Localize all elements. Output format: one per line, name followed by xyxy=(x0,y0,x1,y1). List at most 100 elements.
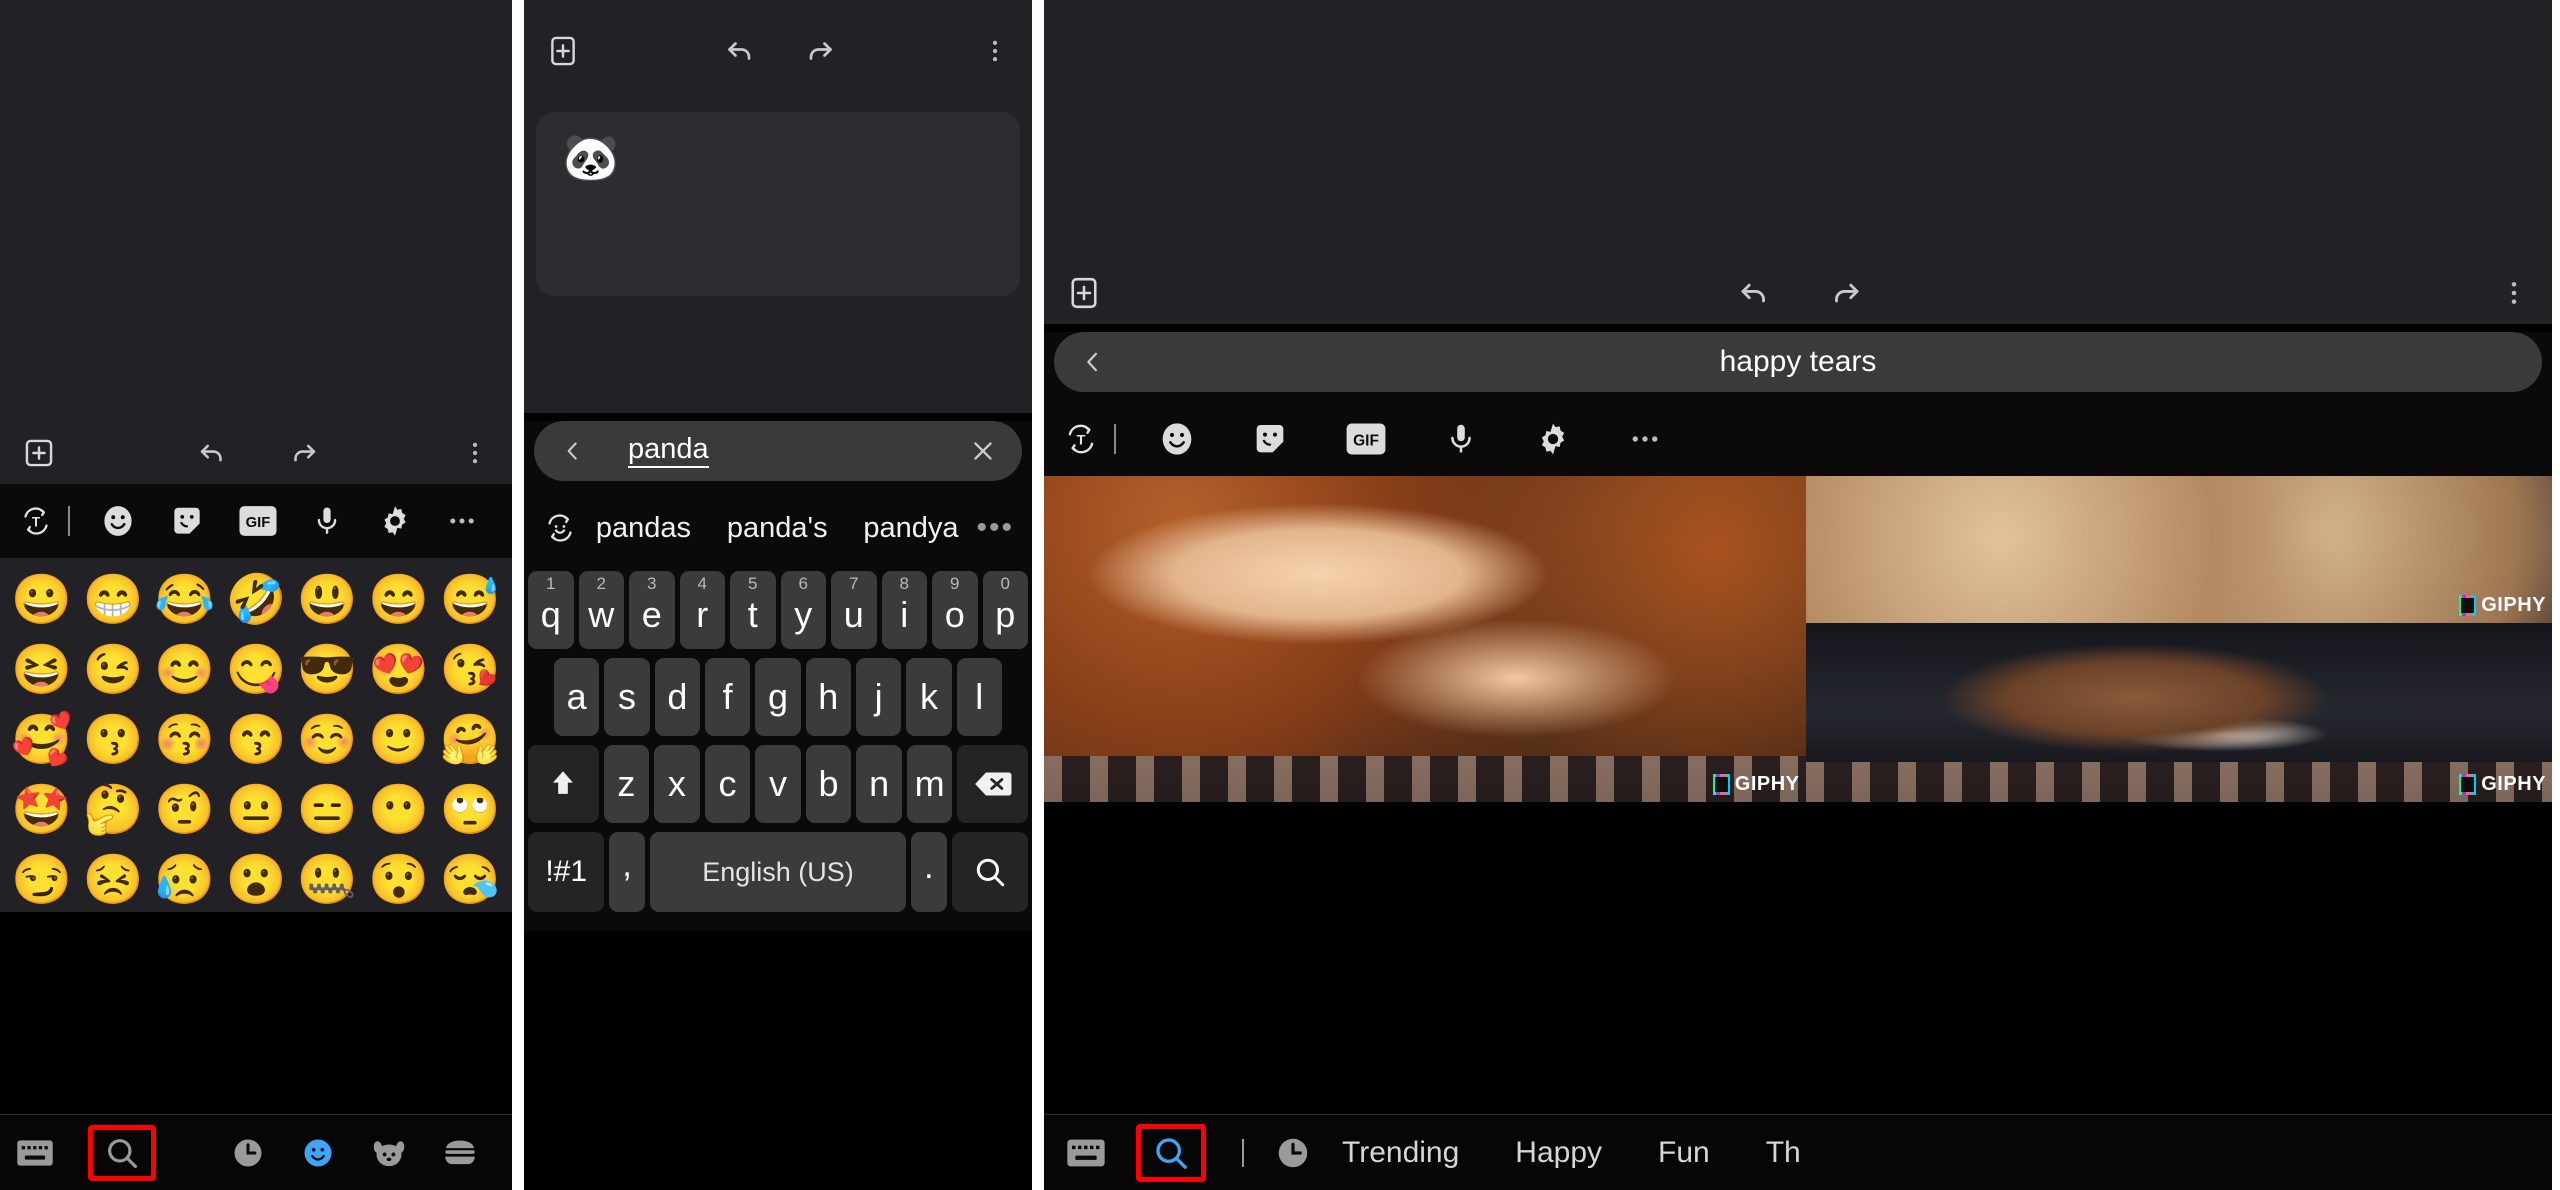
more-options-button[interactable] xyxy=(460,438,490,468)
emoji-cell[interactable]: 😮 xyxy=(220,848,291,912)
redo-button[interactable] xyxy=(802,33,838,69)
emoji-cell[interactable]: 😋 xyxy=(220,638,291,702)
gif-result-men-table[interactable]: GIPHY xyxy=(1805,476,2552,623)
emoji-cell[interactable]: 🥰 xyxy=(6,708,77,772)
emoji-cell[interactable]: 🤗 xyxy=(435,708,506,772)
emoji-cell[interactable]: 😙 xyxy=(220,708,291,772)
emoji-cell[interactable]: 😆 xyxy=(6,638,77,702)
key-x[interactable]: x xyxy=(654,745,700,823)
back-chevron-icon[interactable] xyxy=(1076,348,1110,376)
search-icon[interactable] xyxy=(103,1134,141,1172)
settings-icon[interactable] xyxy=(376,502,414,540)
compose-text-field[interactable]: 🐼 xyxy=(536,112,1020,296)
emoji-cell[interactable]: 😊 xyxy=(149,638,220,702)
animals-category-icon[interactable] xyxy=(370,1135,408,1171)
emoji-cell[interactable]: 😉 xyxy=(77,638,148,702)
clear-search-icon[interactable] xyxy=(966,437,1000,465)
key-z[interactable]: z xyxy=(603,745,650,823)
redo-button[interactable] xyxy=(1827,274,1865,312)
key-i[interactable]: 8i xyxy=(881,571,927,649)
key-b[interactable]: b xyxy=(805,745,852,823)
emoji-cell[interactable]: 😁 xyxy=(77,568,148,632)
suggestion-item[interactable]: pandya xyxy=(863,512,958,545)
emoji-cell[interactable]: 😅 xyxy=(435,568,506,632)
search-icon-highlight[interactable] xyxy=(88,1124,156,1181)
sticker-icon[interactable] xyxy=(1250,419,1290,459)
text-translate-icon[interactable]: T xyxy=(1062,420,1100,458)
emoji-cell[interactable]: 😶 xyxy=(363,778,434,842)
more-icon[interactable] xyxy=(1627,421,1663,457)
emoji-cell[interactable]: 🙂 xyxy=(363,708,434,772)
tab-th[interactable]: Th xyxy=(1766,1136,1801,1170)
tab-happy[interactable]: Happy xyxy=(1515,1136,1602,1170)
key-g[interactable]: g xyxy=(755,658,801,736)
food-category-icon[interactable] xyxy=(442,1137,478,1169)
search-enter-key[interactable] xyxy=(951,832,1029,912)
key-f[interactable]: f xyxy=(705,658,751,736)
space-key[interactable]: English (US) xyxy=(649,832,907,912)
microphone-icon[interactable] xyxy=(1442,420,1480,458)
key-y[interactable]: 6y xyxy=(780,571,826,649)
emoji-cell[interactable]: 😘 xyxy=(435,638,506,702)
backspace-key[interactable] xyxy=(957,745,1029,823)
tab-fun[interactable]: Fun xyxy=(1658,1136,1710,1170)
key-j[interactable]: j xyxy=(855,658,902,736)
recent-clock-icon[interactable] xyxy=(230,1135,266,1171)
emoji-cell[interactable]: 😃 xyxy=(292,568,363,632)
key-m[interactable]: m xyxy=(906,745,953,823)
gif-icon[interactable]: GIF xyxy=(237,504,279,538)
emoji-cell[interactable]: 🤩 xyxy=(6,778,77,842)
emoji-cell[interactable]: ☺️ xyxy=(292,708,363,772)
key-k[interactable]: k xyxy=(906,658,952,736)
key-t[interactable]: 5t xyxy=(730,571,776,649)
add-button[interactable] xyxy=(546,34,580,68)
emoji-cell[interactable]: 🤨 xyxy=(149,778,220,842)
key-d[interactable]: d xyxy=(654,658,700,736)
emoji-cell[interactable]: 🤔 xyxy=(77,778,148,842)
key-u[interactable]: 7u xyxy=(831,571,877,649)
back-chevron-icon[interactable] xyxy=(556,438,590,464)
key-r[interactable]: 4r xyxy=(679,571,725,649)
text-translate-icon[interactable] xyxy=(542,510,578,546)
sticker-icon[interactable] xyxy=(168,502,206,540)
emoji-cell[interactable]: 😏 xyxy=(6,848,77,912)
emoji-cell[interactable]: 😐 xyxy=(220,778,291,842)
key-h[interactable]: h xyxy=(805,658,851,736)
key-c[interactable]: c xyxy=(704,745,751,823)
tab-trending[interactable]: Trending xyxy=(1342,1136,1459,1170)
search-icon[interactable] xyxy=(1151,1133,1191,1173)
microphone-icon[interactable] xyxy=(309,503,345,539)
key-e[interactable]: 3e xyxy=(629,571,675,649)
suggestion-item[interactable]: pandas xyxy=(596,512,691,545)
gif-result-woman[interactable]: GIPHY xyxy=(1805,622,2552,802)
key-w[interactable]: 2w xyxy=(578,571,624,649)
emoji-cell[interactable]: 😑 xyxy=(292,778,363,842)
redo-button[interactable] xyxy=(287,436,321,470)
recent-clock-icon[interactable] xyxy=(1274,1134,1312,1172)
key-q[interactable]: 1q xyxy=(528,571,574,649)
emoji-cell[interactable]: 😥 xyxy=(149,848,220,912)
keyboard-icon[interactable] xyxy=(1066,1137,1106,1169)
more-icon[interactable] xyxy=(445,504,479,538)
more-options-button[interactable] xyxy=(980,36,1010,66)
add-button[interactable] xyxy=(1066,275,1102,311)
emoji-icon[interactable] xyxy=(99,502,137,540)
search-bar-3[interactable]: happy tears xyxy=(1054,332,2542,392)
suggestion-item[interactable]: panda's xyxy=(727,512,828,545)
emoji-cell[interactable]: 😀 xyxy=(6,568,77,632)
emoji-cell[interactable]: 😎 xyxy=(292,638,363,702)
undo-button[interactable] xyxy=(195,436,229,470)
keyboard-icon[interactable] xyxy=(16,1138,54,1168)
emoji-cell[interactable]: 😪 xyxy=(435,848,506,912)
emoji-cell[interactable]: 😍 xyxy=(363,638,434,702)
more-options-button[interactable] xyxy=(2498,277,2530,309)
emoji-cell[interactable]: 😣 xyxy=(77,848,148,912)
key-l[interactable]: l xyxy=(956,658,1002,736)
settings-icon[interactable] xyxy=(1533,419,1573,459)
search-bar-2[interactable]: panda xyxy=(534,421,1022,481)
gif-results-grid[interactable]: GIPHY GIPHY GIPHY xyxy=(1044,476,2552,802)
gif-icon[interactable]: GIF xyxy=(1344,421,1388,457)
search-icon-highlight[interactable] xyxy=(1136,1123,1206,1182)
text-translate-icon[interactable]: T xyxy=(18,503,54,539)
smiley-category-icon[interactable] xyxy=(300,1135,336,1171)
